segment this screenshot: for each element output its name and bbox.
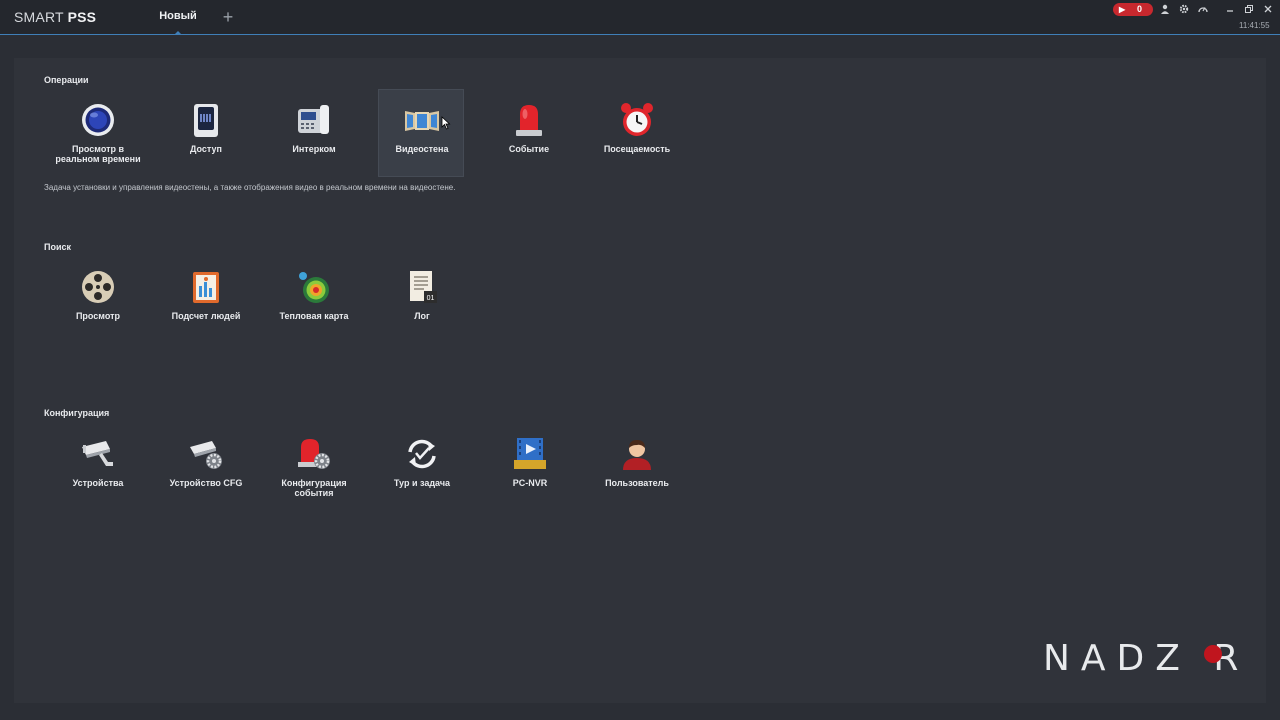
tile-label: Конфигурация события: [281, 478, 347, 498]
alarm-light-icon: [511, 102, 547, 138]
section-description: Задача установки и управления видеостены…: [44, 183, 456, 192]
tile-label: Доступ: [190, 144, 222, 154]
tile-label: Подсчет людей: [171, 311, 241, 321]
alarm-count: 0: [1137, 4, 1143, 14]
tile-label: Устройство CFG: [169, 478, 243, 488]
settings-gear-icon[interactable]: [1178, 4, 1190, 16]
tile-event-config[interactable]: Конфигурация события: [271, 424, 357, 512]
clock: 11:41:55: [1239, 21, 1270, 30]
alarm-clock-icon: [619, 102, 655, 138]
tile-label: Лог: [414, 311, 430, 321]
tile-devices[interactable]: Устройства: [55, 424, 141, 512]
svg-text:01: 01: [427, 295, 435, 302]
tile-label: Тур и задача: [393, 478, 451, 488]
tile-people-counting[interactable]: Подсчет людей: [163, 257, 249, 345]
tile-device-cfg[interactable]: Устройство CFG: [163, 424, 249, 512]
tile-user[interactable]: Пользователь: [594, 424, 680, 512]
tile-pc-nvr[interactable]: PC-NVR: [487, 424, 573, 512]
tile-heatmap[interactable]: Тепловая карта: [271, 257, 357, 345]
tile-label: Устройства: [72, 478, 124, 488]
intercom-icon: [296, 102, 332, 138]
tile-label: Тепловая карта: [279, 311, 349, 321]
tile-label: Событие: [508, 144, 550, 154]
log-icon: 01: [404, 269, 440, 305]
title-bar: SMART PSS Новый + ▶ 0 11:41:55: [0, 0, 1280, 35]
tile-event[interactable]: Событие: [486, 90, 572, 178]
tile-tour-task[interactable]: Тур и задача: [379, 424, 465, 512]
camera-settings-icon: [188, 436, 224, 472]
minimize-icon[interactable]: [1224, 4, 1236, 16]
tile-label: Просмотр в реальном времени: [55, 144, 141, 164]
tile-label: Посещаемость: [603, 144, 671, 154]
alarm-badge[interactable]: ▶ 0: [1113, 3, 1153, 16]
section-title-operations: Операции: [44, 75, 89, 85]
tile-log[interactable]: 01 Лог: [379, 257, 465, 345]
speaker-icon: ▶: [1119, 5, 1126, 14]
tour-task-icon: [404, 436, 440, 472]
people-counting-icon: [188, 269, 224, 305]
watermark-dot: [1204, 645, 1222, 663]
tile-label: Просмотр: [75, 311, 121, 321]
tab-active-marker: [174, 31, 182, 35]
video-wall-icon: [404, 102, 440, 138]
add-tab-button[interactable]: +: [219, 8, 237, 26]
tab-new[interactable]: Новый: [150, 0, 206, 35]
app-logo: SMART PSS: [14, 9, 97, 25]
film-reel-icon: [80, 269, 116, 305]
heatmap-icon: [296, 269, 332, 305]
close-icon[interactable]: [1262, 4, 1274, 16]
live-view-icon: [80, 102, 116, 138]
performance-gauge-icon[interactable]: [1197, 4, 1209, 16]
tile-label: Видеостена: [395, 144, 449, 154]
section-title-config: Конфигурация: [44, 408, 110, 418]
access-control-icon: [188, 102, 224, 138]
tile-label: Пользователь: [605, 478, 669, 488]
user-account-icon[interactable]: [1159, 4, 1171, 16]
restore-icon[interactable]: [1243, 4, 1255, 16]
tile-playback[interactable]: Просмотр: [55, 257, 141, 345]
tile-attendance[interactable]: Посещаемость: [594, 90, 680, 178]
section-title-search: Поиск: [44, 242, 72, 252]
tile-label: PC-NVR: [512, 478, 548, 488]
tile-live-view[interactable]: Просмотр в реальном времени: [55, 90, 141, 178]
camera-device-icon: [80, 436, 116, 472]
tile-access[interactable]: Доступ: [163, 90, 249, 178]
tile-video-wall[interactable]: Видеостена: [378, 89, 464, 177]
tile-label: Интерком: [292, 144, 336, 154]
tile-intercom[interactable]: Интерком: [271, 90, 357, 178]
user-icon: [619, 436, 655, 472]
mouse-cursor-icon: [441, 116, 451, 130]
pc-nvr-icon: [512, 436, 548, 472]
event-config-icon: [296, 436, 332, 472]
